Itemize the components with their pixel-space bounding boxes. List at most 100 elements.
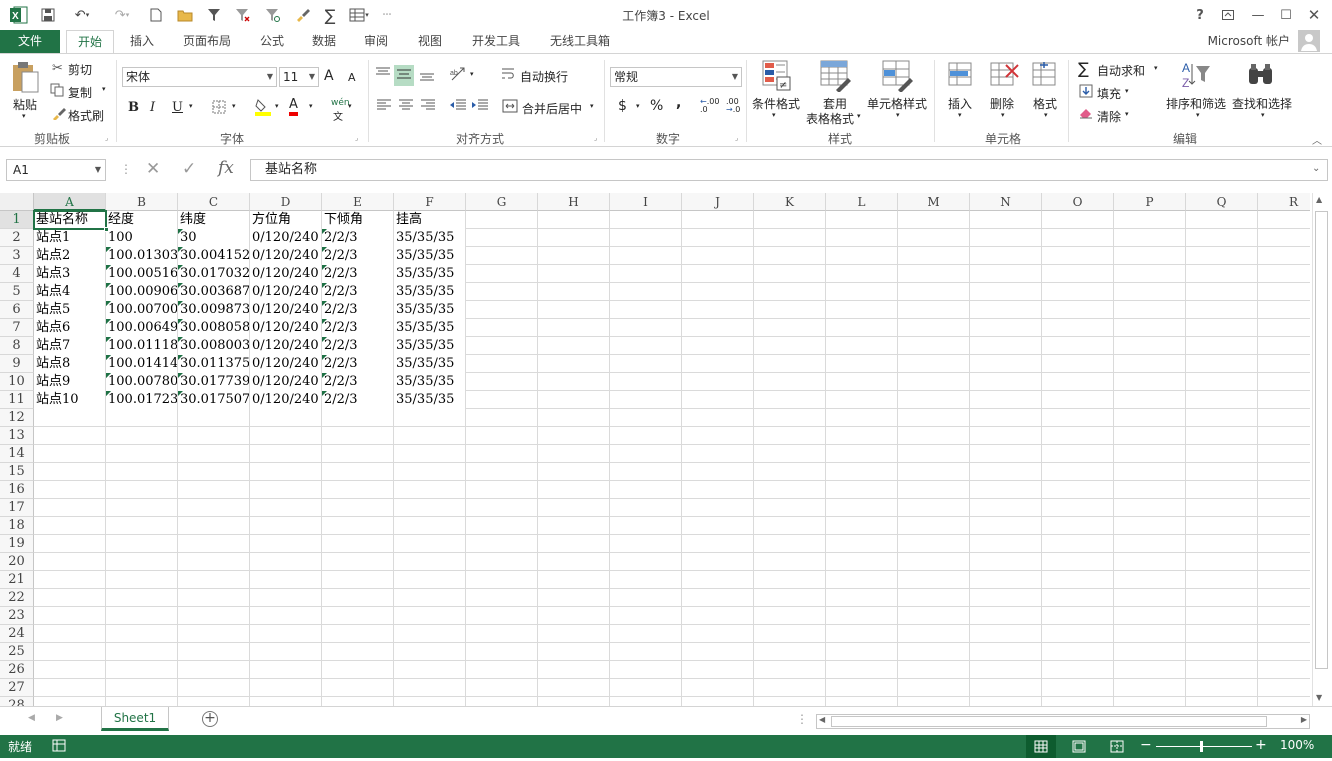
row-header-13[interactable]: 13 bbox=[0, 427, 34, 445]
cell-f11[interactable]: 35/35/35 bbox=[394, 391, 465, 409]
grow-font-button[interactable]: A bbox=[324, 68, 334, 84]
format-painter-button[interactable]: 格式刷 bbox=[68, 107, 104, 124]
column-header-a[interactable]: A bbox=[34, 193, 106, 211]
cell-b5[interactable]: 100.009060 bbox=[106, 283, 177, 301]
zoom-slider-thumb[interactable] bbox=[1200, 741, 1203, 752]
cell-e6[interactable]: 2/2/3 bbox=[322, 301, 393, 319]
orientation-dropdown-icon[interactable]: ▾ bbox=[470, 70, 474, 78]
zoom-in-icon[interactable]: + bbox=[1255, 737, 1267, 753]
row-header-26[interactable]: 26 bbox=[0, 661, 34, 679]
column-header-d[interactable]: D bbox=[250, 193, 322, 211]
tab-page-layout[interactable]: 页面布局 bbox=[172, 30, 242, 54]
macro-record-icon[interactable] bbox=[52, 739, 66, 755]
cell-d8[interactable]: 0/120/240 bbox=[250, 337, 321, 355]
column-header-c[interactable]: C bbox=[178, 193, 250, 211]
cell-d9[interactable]: 0/120/240 bbox=[250, 355, 321, 373]
border-dropdown-icon[interactable]: ▾ bbox=[232, 102, 236, 110]
fill-dropdown-icon[interactable]: ▾ bbox=[1125, 87, 1129, 95]
currency-dropdown-icon[interactable]: ▾ bbox=[636, 102, 640, 110]
tab-data[interactable]: 数据 bbox=[302, 30, 346, 54]
row-header-25[interactable]: 25 bbox=[0, 643, 34, 661]
cut-button[interactable]: 剪切 bbox=[68, 61, 92, 78]
row-header-9[interactable]: 9 bbox=[0, 355, 34, 373]
align-bottom-icon[interactable] bbox=[418, 66, 436, 85]
insert-cells-dropdown-icon[interactable]: ▾ bbox=[958, 111, 962, 119]
cell-e8[interactable]: 2/2/3 bbox=[322, 337, 393, 355]
tab-file[interactable]: 文件 bbox=[0, 30, 60, 54]
cell-c5[interactable]: 30.003687 bbox=[178, 283, 249, 301]
cell-b11[interactable]: 100.017230 bbox=[106, 391, 177, 409]
paste-button[interactable]: 粘贴 bbox=[13, 96, 37, 113]
format-cells-dropdown-icon[interactable]: ▾ bbox=[1044, 111, 1048, 119]
font-launcher-icon[interactable]: ⌟ bbox=[355, 134, 358, 142]
cell-c4[interactable]: 30.017032 bbox=[178, 265, 249, 283]
format-as-table-dropdown-icon[interactable]: ▾ bbox=[857, 112, 861, 120]
cell-f4[interactable]: 35/35/35 bbox=[394, 265, 465, 283]
column-header-h[interactable]: H bbox=[538, 193, 610, 211]
cell-c8[interactable]: 30.008003 bbox=[178, 337, 249, 355]
cell-c7[interactable]: 30.008058 bbox=[178, 319, 249, 337]
tab-insert[interactable]: 插入 bbox=[120, 30, 164, 54]
increase-decimal-button[interactable]: ←.00.0 bbox=[700, 98, 719, 114]
row-header-21[interactable]: 21 bbox=[0, 571, 34, 589]
cell-b4[interactable]: 100.005160 bbox=[106, 265, 177, 283]
paste-icon[interactable] bbox=[10, 60, 44, 96]
percent-button[interactable]: % bbox=[650, 98, 663, 114]
font-color-button[interactable]: A bbox=[289, 98, 298, 116]
underline-dropdown-icon[interactable]: ▾ bbox=[189, 102, 193, 110]
maximize-icon[interactable]: ☐ bbox=[1272, 4, 1300, 26]
cell-e11[interactable]: 2/2/3 bbox=[322, 391, 393, 409]
zoom-level[interactable]: 100% bbox=[1280, 738, 1314, 752]
help-icon[interactable]: ? bbox=[1186, 4, 1214, 26]
row-header-1[interactable]: 1 bbox=[0, 211, 34, 229]
cell-f1[interactable]: 挂高 bbox=[394, 211, 465, 229]
row-header-8[interactable]: 8 bbox=[0, 337, 34, 355]
clear-dropdown-icon[interactable]: ▾ bbox=[1125, 110, 1129, 118]
cell-a6[interactable]: 站点5 bbox=[34, 301, 105, 319]
fill-button[interactable]: 填充 bbox=[1097, 85, 1121, 102]
cell-a9[interactable]: 站点8 bbox=[34, 355, 105, 373]
sheet-prev-icon[interactable]: ◀ bbox=[28, 713, 35, 723]
delete-cells-button[interactable]: 删除 bbox=[990, 95, 1014, 112]
cell-d3[interactable]: 0/120/240 bbox=[250, 247, 321, 265]
cell-f2[interactable]: 35/35/35 bbox=[394, 229, 465, 247]
close-icon[interactable]: ✕ bbox=[1300, 4, 1328, 26]
fill-handle[interactable] bbox=[104, 227, 109, 232]
decrease-indent-icon[interactable] bbox=[449, 98, 467, 115]
cell-d4[interactable]: 0/120/240 bbox=[250, 265, 321, 283]
formula-input[interactable]: 基站名称 bbox=[250, 159, 1328, 181]
italic-button[interactable]: I bbox=[150, 100, 155, 115]
worksheet-grid[interactable]: A B C D E F G H I J K L M N O P Q R 1 2 3 4 5 6 7 8 9 10 11 12 13 14 15 1… bbox=[0, 193, 1310, 706]
find-select-dropdown-icon[interactable]: ▾ bbox=[1261, 111, 1265, 119]
cell-d2[interactable]: 0/120/240 bbox=[250, 229, 321, 247]
insert-cells-button[interactable]: 插入 bbox=[948, 95, 972, 112]
column-header-i[interactable]: I bbox=[610, 193, 682, 211]
cell-f5[interactable]: 35/35/35 bbox=[394, 283, 465, 301]
row-header-16[interactable]: 16 bbox=[0, 481, 34, 499]
normal-view-icon[interactable] bbox=[1026, 735, 1056, 758]
column-header-n[interactable]: N bbox=[970, 193, 1042, 211]
row-header-5[interactable]: 5 bbox=[0, 283, 34, 301]
row-header-7[interactable]: 7 bbox=[0, 319, 34, 337]
cell-e3[interactable]: 2/2/3 bbox=[322, 247, 393, 265]
cell-a3[interactable]: 站点2 bbox=[34, 247, 105, 265]
row-header-12[interactable]: 12 bbox=[0, 409, 34, 427]
column-header-k[interactable]: K bbox=[754, 193, 826, 211]
select-all-corner[interactable] bbox=[0, 193, 34, 211]
cell-b3[interactable]: 100.013030 bbox=[106, 247, 177, 265]
align-top-icon[interactable] bbox=[374, 66, 392, 85]
cell-b10[interactable]: 100.007800 bbox=[106, 373, 177, 391]
cell-a11[interactable]: 站点10 bbox=[34, 391, 105, 409]
row-header-24[interactable]: 24 bbox=[0, 625, 34, 643]
conditional-format-dropdown-icon[interactable]: ▾ bbox=[772, 111, 776, 119]
scrollbar-thumb[interactable] bbox=[1315, 211, 1328, 669]
tab-developer[interactable]: 开发工具 bbox=[462, 30, 530, 54]
cell-b7[interactable]: 100.006490 bbox=[106, 319, 177, 337]
cell-e5[interactable]: 2/2/3 bbox=[322, 283, 393, 301]
expand-formula-bar-icon[interactable]: ⌄ bbox=[1312, 163, 1320, 174]
column-header-j[interactable]: J bbox=[682, 193, 754, 211]
row-header-18[interactable]: 18 bbox=[0, 517, 34, 535]
cell-e7[interactable]: 2/2/3 bbox=[322, 319, 393, 337]
clear-button[interactable]: 清除 bbox=[1097, 108, 1121, 125]
scroll-up-icon[interactable]: ▲ bbox=[1316, 195, 1322, 204]
